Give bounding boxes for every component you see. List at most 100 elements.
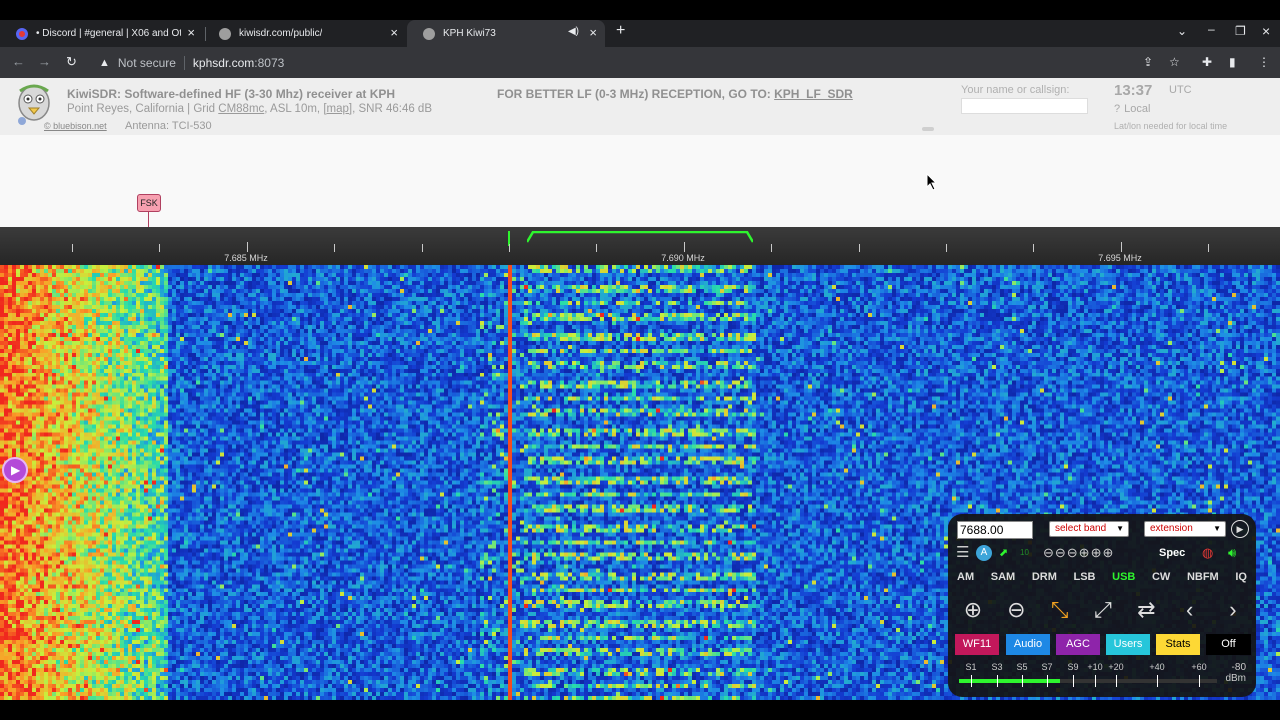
callsign-input[interactable]	[961, 98, 1088, 114]
play-icon: ▶	[11, 463, 21, 477]
dbm-readout: -80 dBm	[1224, 662, 1246, 684]
scale-tick	[1208, 244, 1209, 252]
page-right-icon[interactable]: ›	[1216, 594, 1250, 626]
grid-link[interactable]: CM88mc	[218, 103, 264, 115]
speaker-icon[interactable]: ◀)	[568, 26, 579, 37]
antenna-info: Antenna: TCI-530	[125, 120, 212, 132]
volume-icon[interactable]: 🔊︎	[1228, 544, 1236, 562]
s-meter: S1 S3 S5 S7 S9 +10 +20 +40 +60	[959, 662, 1217, 692]
fsk-marker[interactable]: FSK	[137, 194, 161, 212]
mode-button-nbfm[interactable]: NBFM	[1184, 569, 1222, 585]
mouse-cursor-icon	[926, 173, 938, 191]
spectrum-area[interactable]	[0, 135, 1280, 227]
step-10-icon[interactable]: 10	[1020, 544, 1029, 562]
menu-kebab-icon[interactable]: ⋮	[1258, 55, 1270, 69]
warning-icon[interactable]: ▲	[99, 57, 110, 69]
panel-tab-off[interactable]: Off	[1206, 634, 1251, 655]
panel-tab-users[interactable]: Users	[1106, 634, 1150, 655]
s-meter-tick	[997, 675, 998, 687]
tab-kph-kiwi73[interactable]: KPH Kiwi73 ◀) ×	[407, 20, 605, 47]
latlon-note: Lat/lon needed for local time	[1114, 121, 1228, 131]
discord-icon	[16, 27, 28, 40]
lf-sdr-link[interactable]: KPH_LF_SDR	[774, 87, 853, 101]
passband-indicator[interactable]	[527, 231, 753, 243]
chevron-down-icon: ▼	[1213, 524, 1221, 533]
url-port: :8073	[254, 55, 285, 70]
back-icon[interactable]: ←	[12, 55, 25, 69]
mode-button-usb[interactable]: USB	[1109, 569, 1138, 585]
utc-time: 13:37	[1114, 82, 1153, 99]
tab-search-icon[interactable]: ⌄	[1177, 24, 1187, 38]
extensions-icon[interactable]: ✚	[1202, 55, 1212, 69]
receiver-title: KiwiSDR: Software-defined HF (3-30 Mhz) …	[67, 87, 396, 101]
zoom-out-icon[interactable]: ⊖	[999, 594, 1033, 626]
mode-button-lsb[interactable]: LSB	[1071, 569, 1099, 585]
address-bar[interactable]: ▲ Not secure kphsdr.com:8073	[91, 51, 1191, 74]
tab-discord[interactable]: • Discord | #general | X06 and Ot ×	[0, 20, 203, 47]
logo-credit-link[interactable]: © bluebison.net	[44, 121, 107, 131]
tab-title: kiwisdr.com/public/	[239, 28, 323, 39]
tab-kiwisdr-public[interactable]: kiwisdr.com/public/ ×	[203, 20, 406, 47]
play-icon[interactable]: ▶	[1231, 520, 1249, 538]
side-panel-icon[interactable]: ▮	[1229, 55, 1236, 69]
reload-icon[interactable]: ↻	[66, 55, 77, 69]
snr-text: , SNR 46:46 dB	[352, 103, 432, 115]
page-left-icon[interactable]: ‹	[1173, 594, 1207, 626]
kiwi-icon	[423, 27, 435, 40]
spec-button[interactable]: Spec	[1159, 544, 1185, 562]
s-meter-label: +20	[1108, 662, 1124, 672]
zoom-max-icon[interactable]: ⤢	[1086, 594, 1120, 626]
panel-tab-wf11[interactable]: WF11	[955, 634, 999, 655]
auto-icon[interactable]: A	[976, 545, 992, 561]
scale-tick	[159, 244, 160, 252]
map-link[interactable]: [map]	[323, 103, 352, 115]
divider	[183, 55, 185, 70]
lf-notice-text: FOR BETTER LF (0-3 MHz) RECEPTION, GO TO…	[497, 87, 775, 101]
zoom-to-band-icon[interactable]: ⤡	[1043, 594, 1077, 626]
minimize-icon[interactable]: –	[1208, 22, 1215, 36]
zoom-fit-icon[interactable]: ⇄	[1129, 594, 1163, 626]
utc-label: UTC	[1169, 84, 1192, 96]
close-window-icon[interactable]: ×	[1262, 23, 1270, 39]
lf-notice: FOR BETTER LF (0-3 MHz) RECEPTION, GO TO…	[497, 87, 853, 101]
panel-tab-audio[interactable]: Audio	[1006, 634, 1050, 655]
s-meter-label: +10	[1087, 662, 1103, 672]
s-meter-label: S1	[965, 662, 977, 672]
forward-icon[interactable]: →	[38, 55, 51, 69]
restore-icon[interactable]: ❐	[1235, 24, 1246, 38]
scale-tick	[72, 244, 73, 252]
extension-select[interactable]: extension ▼	[1144, 521, 1226, 537]
kiwi-icon	[219, 27, 231, 40]
s-meter-label: S9	[1067, 662, 1079, 672]
extension-select-label: extension	[1150, 523, 1193, 534]
share-icon[interactable]: ⇪	[1143, 55, 1153, 69]
mode-button-am[interactable]: AM	[954, 569, 977, 585]
panel-tab-agc[interactable]: AGC	[1056, 634, 1100, 655]
new-tab-button[interactable]: +	[616, 22, 625, 40]
hamburger-menu-icon[interactable]: ☰	[956, 544, 969, 562]
zoom-in-icon[interactable]: ⊕	[956, 594, 990, 626]
panel-tab-stats[interactable]: Stats	[1156, 634, 1200, 655]
band-select[interactable]: select band ▼	[1049, 521, 1129, 537]
mode-button-iq[interactable]: IQ	[1232, 569, 1250, 585]
local-time: ? Local	[1114, 103, 1150, 115]
mode-button-cw[interactable]: CW	[1149, 569, 1173, 585]
frequency-input[interactable]: 7688.00	[957, 521, 1033, 539]
close-tab-icon[interactable]: ×	[390, 26, 398, 40]
record-icon[interactable]: ◍	[1202, 544, 1213, 562]
header-collapse-handle[interactable]	[922, 127, 934, 131]
close-tab-icon[interactable]: ×	[589, 26, 597, 40]
s-meter-tick	[1157, 675, 1158, 687]
scale-tick	[684, 242, 685, 252]
local-label: Local	[1124, 103, 1151, 115]
link-icon[interactable]: ⬈	[999, 544, 1008, 562]
mode-button-drm[interactable]: DRM	[1029, 569, 1060, 585]
mode-button-sam[interactable]: SAM	[988, 569, 1018, 585]
bookmark-star-icon[interactable]: ☆	[1169, 55, 1180, 69]
question-icon: ?	[1114, 103, 1121, 115]
side-panel-toggle-button[interactable]: ▶	[2, 457, 28, 483]
close-tab-icon[interactable]: ×	[187, 26, 195, 40]
step-buttons[interactable]: ⊖⊖⊖⊕⊕⊕	[1043, 544, 1114, 562]
scale-tick	[334, 244, 335, 252]
frequency-scale[interactable]: 7.685 MHz 7.690 MHz 7.695 MHz	[0, 227, 1280, 265]
